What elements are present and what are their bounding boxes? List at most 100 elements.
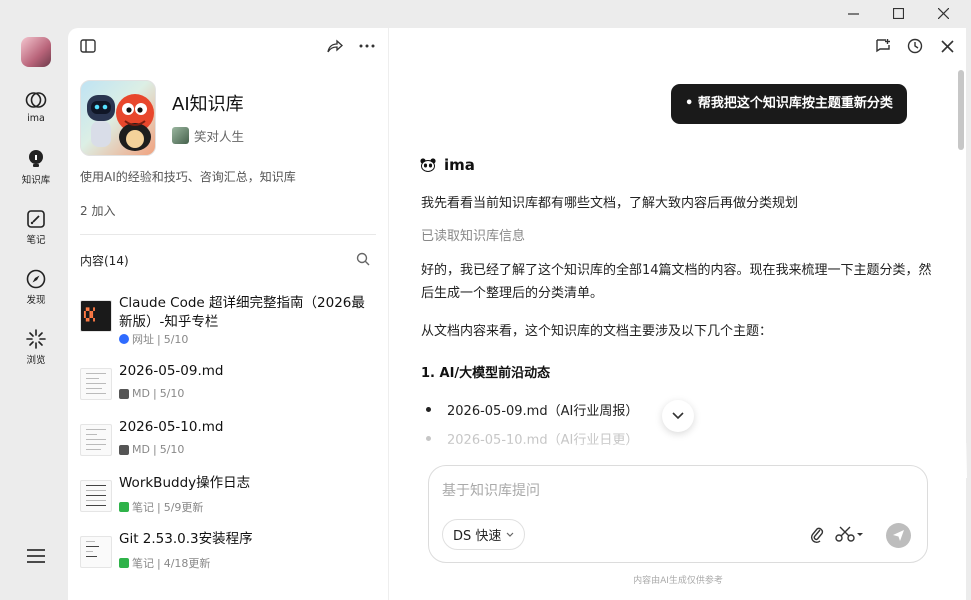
- close-icon: [937, 7, 949, 19]
- sparkle-browse-icon: [26, 329, 46, 349]
- new-chat-button[interactable]: [871, 34, 895, 58]
- maximize-button[interactable]: [875, 0, 921, 26]
- meta-sep: |: [157, 500, 161, 514]
- markdown-icon: [119, 388, 129, 399]
- robot-mascot-icon: [87, 94, 154, 151]
- close-chat-button[interactable]: [935, 34, 959, 58]
- item-date: 4/18更新: [163, 557, 211, 570]
- rail-item-discover[interactable]: 发现: [10, 267, 62, 306]
- tools-button[interactable]: [833, 522, 867, 546]
- note-icon: [119, 502, 129, 512]
- rail-item-label: ima: [27, 113, 45, 124]
- ima-logo-icon: [25, 92, 47, 108]
- close-window-button[interactable]: [920, 0, 966, 26]
- search-icon: [356, 252, 370, 266]
- item-title: 2026-05-10.md: [119, 419, 224, 435]
- paperclip-icon: [810, 527, 824, 543]
- assistant-text: 我先看看当前知识库都有哪些文档，了解大致内容后再做分类规划: [421, 196, 799, 211]
- bullet-text: 2026-05-09.md（AI行业周报）: [447, 404, 639, 419]
- rail-item-browse[interactable]: 浏览: [10, 327, 62, 366]
- toggle-sidebar-button[interactable]: [76, 34, 100, 58]
- rail-item-ima[interactable]: ima: [10, 88, 62, 124]
- send-button[interactable]: [886, 523, 911, 548]
- item-meta: 笔记 | 4/18更新: [119, 555, 210, 571]
- item-meta: MD | 5/10: [119, 387, 184, 400]
- kb-cover-image: [80, 80, 156, 156]
- doc-thumbnail: [80, 480, 112, 512]
- bot-name: ima: [444, 156, 475, 174]
- web-source-icon: [119, 334, 129, 344]
- meta-sep: |: [157, 332, 161, 346]
- clock-icon: [907, 38, 923, 54]
- kb-owner[interactable]: 笑对人生: [172, 126, 244, 145]
- content-header: 内容(14): [80, 254, 129, 268]
- panda-icon: [420, 158, 436, 172]
- minimize-icon: [847, 12, 859, 15]
- doc-thumbnail: [80, 368, 112, 400]
- kb-join-count: 2 加入: [80, 204, 116, 218]
- section-heading: 1. AI/大模型前沿动态: [421, 366, 551, 381]
- divider: [80, 234, 376, 235]
- menu-icon[interactable]: [24, 546, 48, 566]
- sidebar-toggle-icon: [80, 39, 96, 53]
- more-options-button[interactable]: [355, 34, 379, 58]
- doc-thumbnail: [80, 536, 112, 568]
- thumb-art: ▞▚▞ ▚▞▚: [84, 308, 95, 322]
- item-date: 5/10: [163, 332, 189, 346]
- attach-button[interactable]: [805, 522, 829, 546]
- scroll-down-button[interactable]: [662, 400, 694, 432]
- user-message: • 帮我把这个知识库按主题重新分类: [671, 84, 907, 124]
- compass-icon: [26, 269, 46, 289]
- title-bar: [0, 0, 971, 26]
- owner-name: 笑对人生: [194, 129, 245, 144]
- model-label: DS 快速: [453, 529, 502, 544]
- rail-item-label: 浏览: [26, 355, 46, 366]
- lightbulb-icon: [29, 150, 43, 167]
- kb-description: 使用AI的经验和技巧、咨询汇总，知识库: [80, 170, 296, 184]
- disclaimer: 内容由AI生成仅供参考: [633, 576, 723, 586]
- item-source: MD: [132, 387, 150, 400]
- doc-thumbnail: [80, 424, 112, 456]
- status-text: 已读取知识库信息: [421, 229, 526, 244]
- rail-item-label: 笔记: [26, 235, 46, 246]
- assistant-text: 好的，我已经了解了这个知识库的全部14篇文档的内容。现在我来梳理一下主题分类，然…: [421, 263, 932, 301]
- scrollbar[interactable]: [958, 70, 964, 150]
- rail-item-label: 发现: [26, 295, 46, 306]
- item-source: 笔记: [132, 501, 154, 514]
- chat-composer: DS 快速: [428, 465, 928, 563]
- item-meta: 笔记 | 5/9更新: [119, 499, 203, 515]
- avatar[interactable]: [21, 37, 51, 67]
- chat-panel: • 帮我把这个知识库按主题重新分类 ima 我先看看当前知识库都有哪些文档，了解…: [388, 28, 967, 600]
- rail-item-knowledge-base[interactable]: 知识库: [10, 147, 62, 186]
- item-source: 网址: [132, 333, 154, 346]
- minimize-button[interactable]: [830, 0, 876, 26]
- item-source: MD: [132, 443, 150, 456]
- meta-sep: |: [152, 443, 157, 456]
- assistant-text: 从文档内容来看，这个知识库的文档主要涉及以下几个主题：: [421, 324, 773, 339]
- nav-rail: ima 知识库 笔记 发现 浏览: [0, 26, 70, 600]
- knowledge-base-panel: AI知识库 笑对人生 使用AI的经验和技巧、咨询汇总，知识库 2 加入 内容(1…: [68, 28, 388, 600]
- share-button[interactable]: [323, 34, 347, 58]
- item-title: Claude Code 超详细完整指南（2026最新版）-知乎专栏: [119, 295, 365, 330]
- model-selector[interactable]: DS 快速: [442, 519, 526, 550]
- meta-sep: |: [152, 387, 157, 400]
- maximize-icon: [892, 7, 904, 19]
- doc-thumbnail: ▞▚▞ ▚▞▚: [80, 300, 112, 332]
- new-chat-icon: [876, 39, 890, 53]
- share-icon: [327, 39, 343, 53]
- history-button[interactable]: [903, 34, 927, 58]
- meta-sep: |: [157, 556, 161, 570]
- rail-item-notes[interactable]: 笔记: [10, 207, 62, 246]
- question-input[interactable]: [442, 480, 912, 502]
- send-icon: [893, 530, 904, 541]
- chevron-down-icon: [672, 412, 684, 420]
- owner-avatar: [172, 127, 189, 144]
- chevron-down-icon: [506, 532, 514, 537]
- content-search-button[interactable]: [351, 247, 375, 271]
- more-icon: [359, 44, 375, 48]
- item-date: 5/10: [159, 387, 185, 400]
- item-meta: 网址 | 5/10: [119, 331, 188, 347]
- item-title: WorkBuddy操作日志: [119, 475, 251, 491]
- note-edit-icon: [27, 210, 45, 228]
- scissors-icon: [835, 526, 863, 542]
